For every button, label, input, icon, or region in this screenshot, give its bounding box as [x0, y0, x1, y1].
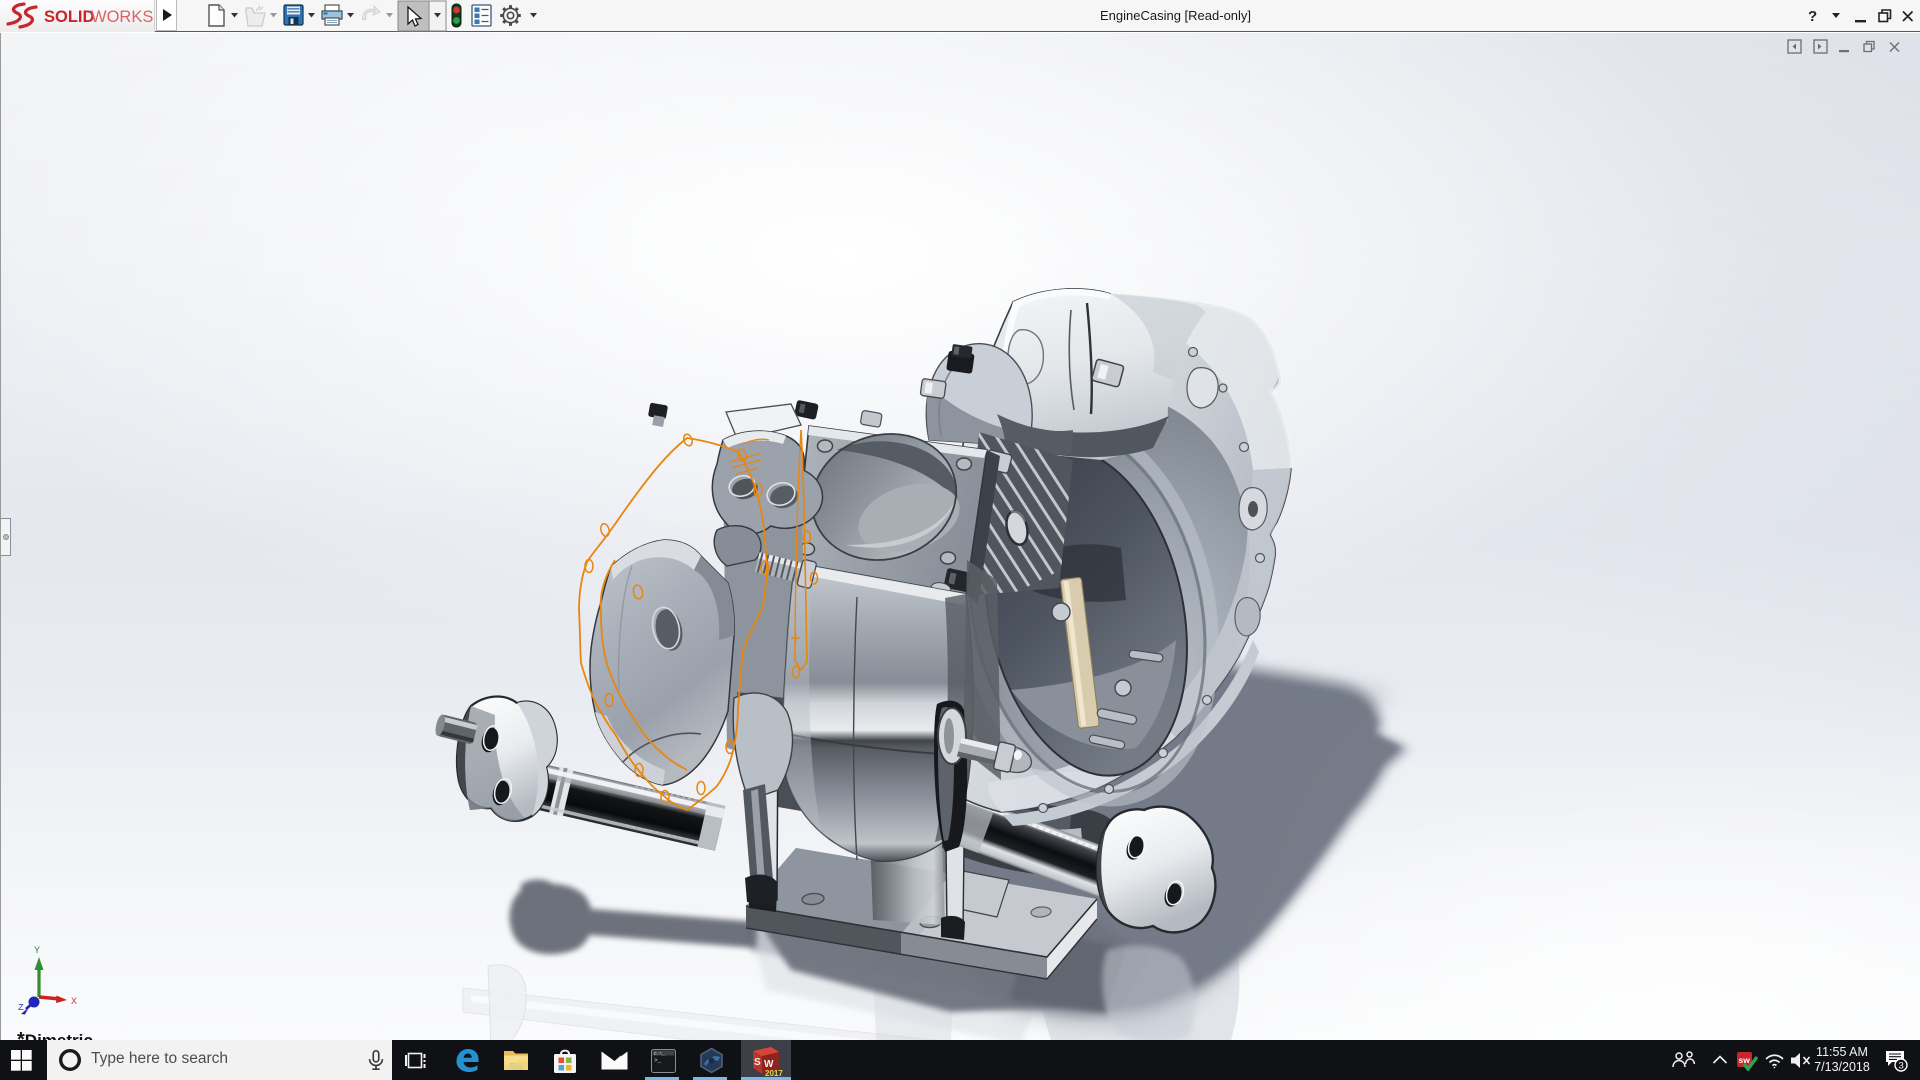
svg-text:X: X	[71, 997, 77, 1008]
svg-text:>_: >_	[654, 1057, 662, 1064]
svg-text:S: S	[754, 1057, 761, 1068]
svg-text:2017: 2017	[765, 1069, 783, 1077]
svg-text:sw: sw	[1739, 1055, 1751, 1065]
svg-text:Y: Y	[34, 946, 40, 957]
svg-text:WORKS: WORKS	[91, 8, 153, 26]
svg-text:3: 3	[1899, 1061, 1904, 1072]
svg-text:SOLID: SOLID	[44, 8, 95, 26]
svg-text:?: ?	[1808, 8, 1817, 25]
svg-text:Z: Z	[18, 1002, 24, 1013]
